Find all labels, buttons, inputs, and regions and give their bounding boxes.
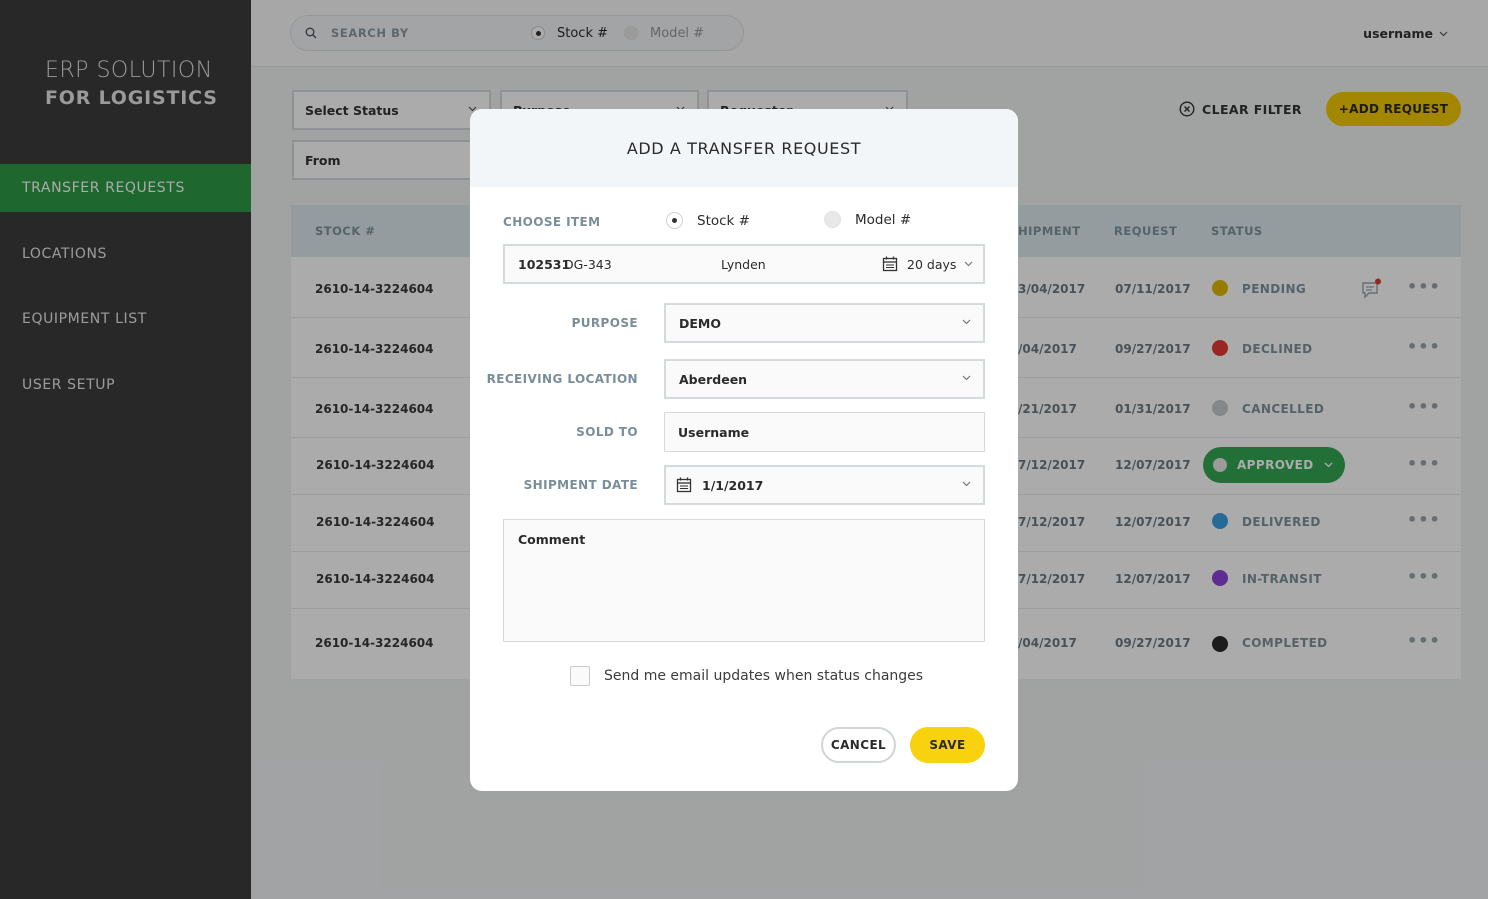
email-updates-option[interactable]: Send me email updates when status change…	[570, 666, 923, 686]
calendar-icon	[882, 256, 898, 272]
item-model: DG-343	[564, 257, 612, 272]
item-stock-number: 102531	[518, 257, 571, 272]
sold-to-input[interactable]: Username	[664, 412, 985, 452]
shipment-date-picker[interactable]: 1/1/2017	[664, 465, 985, 505]
receiving-location-select[interactable]: Aberdeen	[664, 359, 985, 399]
choose-item-option-model-label: Model #	[855, 211, 912, 228]
radio-stock-selected[interactable]	[666, 212, 683, 229]
chevron-down-icon	[962, 375, 971, 381]
save-button[interactable]: SAVE	[910, 727, 985, 763]
shipment-date-value: 1/1/2017	[702, 477, 764, 493]
purpose-value: DEMO	[679, 315, 721, 331]
chevron-down-icon	[962, 481, 971, 487]
comment-placeholder: Comment	[518, 532, 586, 547]
choose-item-option-stock[interactable]: Stock #	[666, 212, 750, 229]
receiving-location-label: RECEIVING LOCATION	[486, 372, 638, 386]
email-updates-checkbox[interactable]	[570, 666, 590, 686]
item-duration: 20 days	[907, 257, 957, 272]
choose-item-option-model[interactable]: Model #	[824, 211, 911, 228]
chevron-down-icon	[964, 261, 973, 267]
modal-title: ADD A TRANSFER REQUEST	[470, 109, 1018, 187]
shipment-date-label: SHIPMENT DATE	[523, 478, 638, 492]
chevron-down-icon	[962, 319, 971, 325]
sold-to-value: Username	[678, 424, 750, 440]
purpose-select[interactable]: DEMO	[664, 303, 985, 343]
item-location: Lynden	[721, 257, 766, 272]
sold-to-label: SOLD TO	[576, 425, 638, 439]
comment-textarea[interactable]: Comment	[503, 519, 985, 642]
choose-item-label: CHOOSE ITEM	[503, 215, 601, 229]
item-selector[interactable]: 102531 DG-343 Lynden 20 days	[503, 244, 985, 284]
cancel-button[interactable]: CANCEL	[821, 727, 896, 763]
email-updates-label: Send me email updates when status change…	[604, 668, 924, 684]
calendar-icon	[676, 477, 692, 493]
choose-item-option-stock-label: Stock #	[697, 212, 750, 229]
purpose-label: PURPOSE	[571, 316, 638, 330]
receiving-location-value: Aberdeen	[679, 371, 748, 387]
radio-model[interactable]	[824, 211, 841, 228]
add-transfer-request-modal: ADD A TRANSFER REQUEST CHOOSE ITEM Stock…	[470, 109, 1018, 791]
